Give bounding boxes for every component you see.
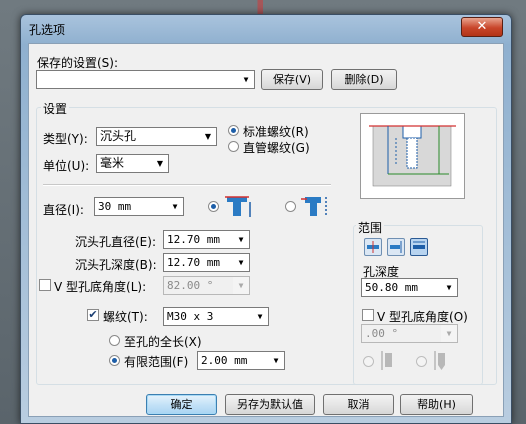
window-title: 孔选项 (29, 23, 66, 37)
range-v-angle-value: .00 ° (365, 327, 399, 340)
range-v-angle-checkbox[interactable] (362, 309, 374, 321)
help-button[interactable]: 帮助(H) (400, 394, 473, 415)
finite-range-label: 有限范围(F) (124, 355, 189, 369)
type-value: 沉头孔 (100, 129, 137, 143)
range-v-angle-label: V 型孔底角度(O) (377, 310, 468, 324)
pipe-thread-radio[interactable] (228, 141, 239, 152)
unit-value: 毫米 (100, 156, 125, 170)
chevron-down-icon: ▼ (273, 356, 279, 365)
separator (43, 184, 331, 186)
counterbore-depth-icon (301, 197, 327, 217)
hole-options-dialog: 孔选项 ✕ 保存的设置(S): ▼ 保存(V) 删除(D) 设置 类型(Y): … (20, 14, 512, 424)
saved-settings-combo[interactable]: ▼ (36, 70, 255, 89)
thread-combo[interactable]: M30 x 3 ▼ (163, 307, 269, 326)
chevron-down-icon: ▼ (446, 283, 452, 292)
save-default-button[interactable]: 另存为默认值 (225, 394, 315, 415)
settings-group-title: 设置 (41, 100, 70, 117)
extent-to-face-icon (413, 241, 425, 249)
pipe-thread-label: 直管螺纹(G) (243, 141, 310, 155)
v-angle-combo[interactable]: 82.00 ° ▼ (163, 276, 250, 295)
chevron-down-icon: ▼ (233, 277, 249, 294)
angle-bottom-icon (434, 351, 445, 370)
range-v-angle-combo[interactable]: .00 ° ▼ (361, 324, 458, 343)
chevron-down-icon: ▼ (204, 132, 212, 141)
cancel-button[interactable]: 取消 (323, 394, 394, 415)
hole-depth-value: 50.80 mm (365, 281, 418, 294)
standard-thread-label: 标准螺纹(R) (243, 125, 309, 139)
counterbore-top-icon (225, 196, 251, 217)
full-length-label: 至孔的全长(X) (124, 335, 202, 349)
thread-checkbox[interactable]: ✔ (87, 309, 99, 321)
v-angle-value: 82.00 ° (167, 279, 214, 292)
chevron-down-icon: ▼ (172, 202, 178, 211)
chevron-down-icon: ▼ (257, 312, 263, 321)
extent-to-face-button[interactable] (410, 238, 428, 256)
cb-diameter-label: 沉头孔直径(E): (75, 235, 156, 249)
finite-range-radio[interactable] (109, 355, 120, 366)
cb-depth-value: 12.70 mm (167, 256, 220, 269)
extent-distance-icon (390, 241, 402, 253)
end-flat-radio[interactable] (363, 356, 374, 367)
finite-range-value: 2.00 mm (201, 354, 248, 367)
thread-label: 螺纹(T): (103, 310, 148, 324)
hole-preview-drawing (369, 125, 456, 187)
type-label: 类型(Y): (43, 132, 88, 146)
unit-combo[interactable]: 毫米 ▼ (96, 154, 169, 173)
flat-bottom-icon (381, 351, 392, 370)
ok-button[interactable]: 确定 (146, 394, 217, 415)
standard-thread-radio[interactable] (228, 125, 239, 136)
extent-through-button[interactable] (364, 238, 382, 256)
hole-depth-combo[interactable]: 50.80 mm ▼ (361, 278, 458, 297)
cb-diameter-combo[interactable]: 12.70 mm ▼ (163, 230, 250, 249)
extent-through-icon (367, 241, 379, 253)
diameter-value: 30 mm (98, 200, 132, 213)
thread-value: M30 x 3 (167, 310, 214, 323)
delete-button[interactable]: 删除(D) (331, 69, 397, 90)
unit-label: 单位(U): (43, 159, 90, 173)
hole-preview (360, 113, 465, 199)
type-combo[interactable]: 沉头孔 ▼ (96, 127, 217, 146)
chevron-down-icon: ▼ (441, 325, 457, 342)
extent-distance-button[interactable] (387, 238, 405, 256)
chevron-down-icon: ▼ (156, 159, 164, 168)
chevron-down-icon: ▼ (238, 258, 244, 267)
save-button[interactable]: 保存(V) (261, 69, 323, 90)
diameter-combo[interactable]: 30 mm ▼ (94, 197, 184, 216)
dialog-client: 保存的设置(S): ▼ 保存(V) 删除(D) 设置 类型(Y): 沉头孔 ▼ … (28, 43, 504, 417)
cb-depth-label: 沉头孔深度(B): (75, 258, 157, 272)
saved-settings-label: 保存的设置(S): (37, 56, 119, 70)
chevron-down-icon: ▼ (238, 235, 244, 244)
close-button[interactable]: ✕ (461, 17, 503, 37)
finite-range-combo[interactable]: 2.00 mm ▼ (197, 351, 285, 370)
end-angle-radio[interactable] (416, 356, 427, 367)
range-group-title: 范围 (356, 219, 385, 236)
title-bar[interactable]: 孔选项 ✕ (21, 15, 511, 43)
v-angle-checkbox[interactable] (39, 279, 51, 291)
v-angle-label: V 型孔底角度(L): (54, 280, 147, 294)
cb-depth-combo[interactable]: 12.70 mm ▼ (163, 253, 250, 272)
diameter-label: 直径(I): (43, 203, 84, 217)
chevron-down-icon: ▼ (243, 75, 249, 84)
cb-diameter-value: 12.70 mm (167, 233, 220, 246)
diameter-mode-radio-1[interactable] (208, 201, 219, 212)
full-length-radio[interactable] (109, 335, 120, 346)
diameter-mode-radio-2[interactable] (285, 201, 296, 212)
